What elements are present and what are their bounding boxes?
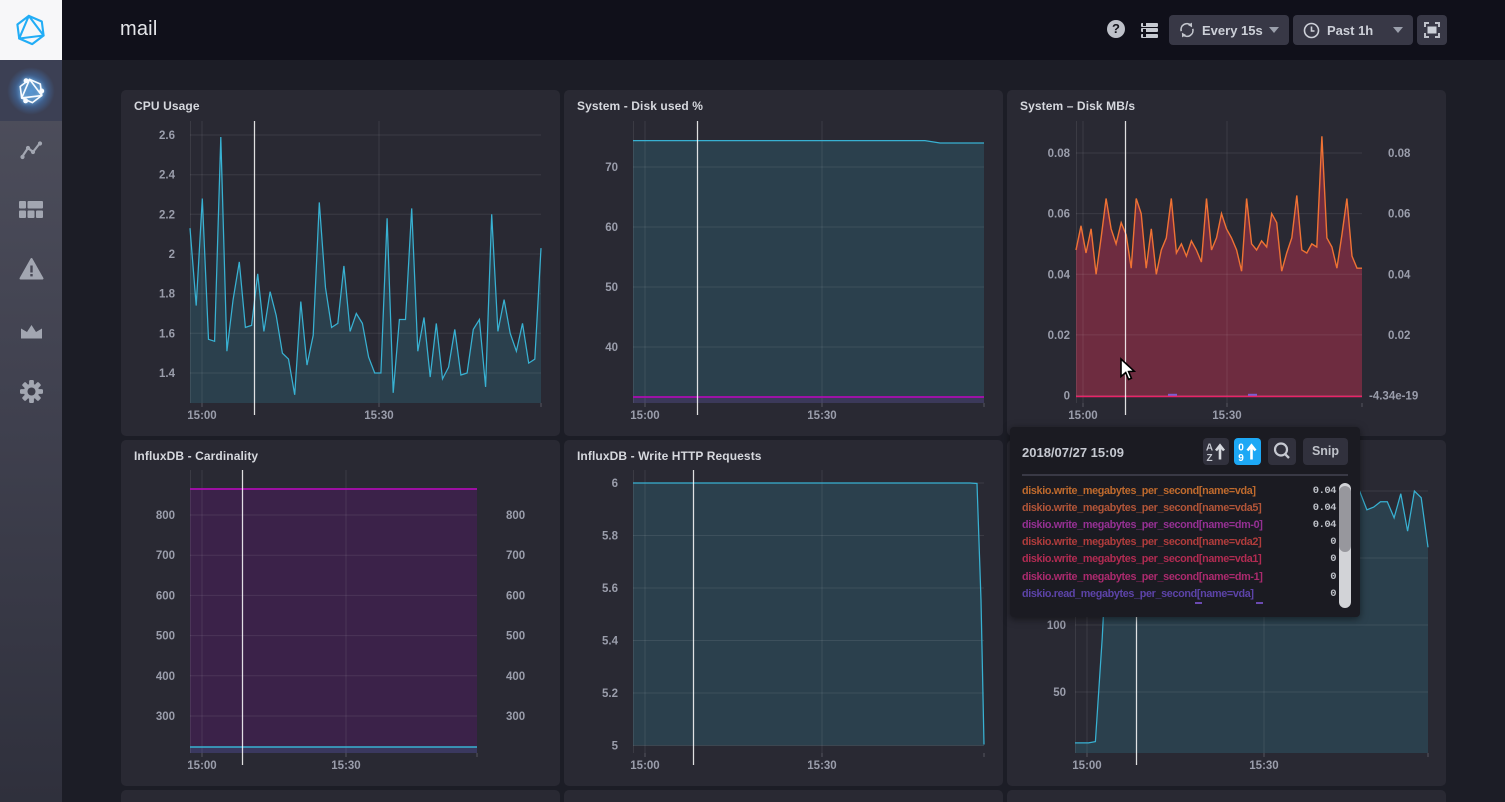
svg-text:15:00: 15:00 (630, 410, 659, 422)
svg-text:Z: Z (1206, 453, 1212, 464)
svg-text:2.2: 2.2 (159, 209, 175, 221)
svg-text:0.04: 0.04 (1048, 269, 1071, 281)
svg-text:0: 0 (1238, 443, 1244, 454)
svg-text:9: 9 (1238, 453, 1244, 464)
svg-text:400: 400 (156, 671, 175, 683)
svg-text:700: 700 (156, 550, 175, 562)
svg-text:0.02: 0.02 (1048, 330, 1070, 342)
svg-text:15:30: 15:30 (807, 410, 836, 422)
svg-text:0.06: 0.06 (1048, 209, 1070, 221)
svg-text:0: 0 (1064, 391, 1070, 403)
svg-text:0.06: 0.06 (1388, 209, 1410, 221)
svg-text:600: 600 (156, 590, 175, 602)
svg-text:50: 50 (1053, 687, 1066, 699)
svg-text:5.6: 5.6 (602, 583, 618, 595)
svg-text:0.08: 0.08 (1048, 148, 1071, 160)
svg-text:A: A (1206, 443, 1213, 454)
svg-text:300: 300 (506, 711, 525, 723)
svg-text:50: 50 (605, 282, 618, 294)
svg-text:-4.34e-19: -4.34e-19 (1369, 391, 1418, 403)
svg-text:5: 5 (612, 741, 619, 753)
svg-text:300: 300 (156, 711, 175, 723)
svg-text:800: 800 (156, 510, 175, 522)
svg-text:800: 800 (506, 510, 525, 522)
svg-text:15:30: 15:30 (1249, 760, 1278, 772)
svg-text:0.04: 0.04 (1388, 269, 1411, 281)
svg-text:100: 100 (1047, 620, 1066, 632)
svg-text:15:00: 15:00 (187, 410, 216, 422)
svg-text:15:30: 15:30 (331, 760, 360, 772)
svg-text:15:00: 15:00 (630, 760, 659, 772)
svg-text:400: 400 (506, 671, 525, 683)
svg-text:5.4: 5.4 (602, 636, 619, 648)
svg-text:0.08: 0.08 (1388, 148, 1411, 160)
svg-text:500: 500 (506, 631, 525, 643)
svg-text:15:30: 15:30 (1212, 410, 1241, 422)
svg-text:15:30: 15:30 (364, 410, 393, 422)
svg-text:40: 40 (605, 342, 618, 354)
svg-text:15:00: 15:00 (187, 760, 216, 772)
svg-text:15:30: 15:30 (807, 760, 836, 772)
svg-text:70: 70 (605, 162, 618, 174)
svg-text:60: 60 (605, 222, 618, 234)
svg-text:15:00: 15:00 (1072, 760, 1101, 772)
svg-text:5.2: 5.2 (602, 688, 618, 700)
svg-text:6: 6 (612, 478, 618, 490)
svg-text:2: 2 (169, 249, 175, 261)
svg-text:2.4: 2.4 (159, 170, 176, 182)
svg-text:5.8: 5.8 (602, 531, 619, 543)
svg-text:500: 500 (156, 631, 175, 643)
svg-text:1.6: 1.6 (159, 328, 175, 340)
svg-text:2.6: 2.6 (159, 130, 175, 142)
svg-text:0.02: 0.02 (1388, 330, 1410, 342)
svg-text:700: 700 (506, 550, 525, 562)
svg-text:1.4: 1.4 (159, 368, 176, 380)
svg-text:600: 600 (506, 590, 525, 602)
svg-text:15:00: 15:00 (1068, 410, 1097, 422)
svg-text:1.8: 1.8 (159, 289, 176, 301)
